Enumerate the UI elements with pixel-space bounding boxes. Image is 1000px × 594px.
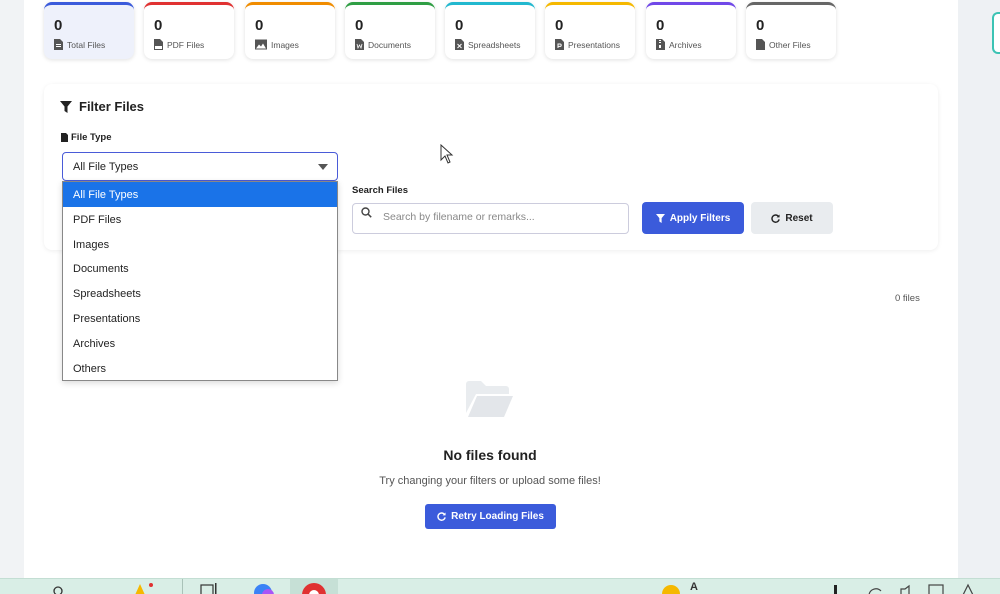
stat-count: 0 (455, 17, 464, 34)
stat-count: 0 (355, 17, 364, 34)
stat-card-other-files[interactable]: 0 Other Files (746, 2, 836, 59)
stat-card-documents[interactable]: 0 Documents (345, 2, 435, 59)
retry-loading-button[interactable]: Retry Loading Files (425, 504, 556, 529)
copilot-icon[interactable] (250, 581, 276, 594)
stat-label: Images (271, 39, 299, 50)
option-archives[interactable]: Archives (63, 331, 337, 356)
option-presentations[interactable]: Presentations (63, 306, 337, 331)
stat-card-pdf-files[interactable]: 0 PDF Files (144, 2, 234, 59)
reset-button[interactable]: Reset (751, 202, 833, 234)
file-type-dropdown-list: All File Types PDF Files Images Document… (62, 181, 338, 381)
search-icon (361, 207, 372, 218)
stat-card-presentations[interactable]: 0 Presentations (545, 2, 635, 59)
chrome-icon[interactable] (300, 581, 328, 594)
taskbar: A (0, 578, 1000, 594)
stat-count: 0 (756, 17, 765, 34)
apply-filters-button[interactable]: Apply Filters (642, 202, 744, 234)
option-images[interactable]: Images (63, 232, 337, 257)
stat-count: 0 (154, 17, 163, 34)
stat-count: 0 (255, 17, 264, 34)
stat-label: Documents (368, 39, 411, 50)
chevron-up-icon[interactable] (830, 581, 842, 594)
word-file-icon (355, 39, 364, 50)
weather-icon[interactable] (660, 581, 682, 594)
side-tab[interactable] (992, 12, 1000, 54)
filter-title: Filter Files (60, 99, 144, 114)
reset-label: Reset (785, 212, 813, 224)
file-type-label-text: File Type (71, 132, 112, 143)
file-icon (756, 39, 765, 50)
search-icon[interactable] (52, 581, 64, 594)
task-view-icon[interactable] (200, 581, 218, 594)
filter-icon (655, 213, 665, 223)
option-documents[interactable]: Documents (63, 256, 337, 281)
powerpoint-file-icon (555, 39, 564, 50)
file-icon (54, 39, 63, 50)
battery-icon[interactable] (928, 581, 946, 594)
search-label: Search Files (352, 185, 408, 196)
chevron-down-icon (318, 164, 328, 170)
stat-label: Spreadsheets (468, 39, 521, 50)
stat-card-total-files[interactable]: 0 Total Files (44, 2, 134, 59)
file-type-select[interactable]: All File Types (62, 152, 338, 181)
stat-count: 0 (555, 17, 564, 34)
file-type-label: File Type (61, 132, 111, 143)
taskbar-separator (182, 579, 183, 594)
option-all-file-types[interactable]: All File Types (63, 182, 337, 207)
stat-card-images[interactable]: 0 Images (245, 2, 335, 59)
open-folder-icon (466, 381, 513, 417)
stat-label: Archives (669, 39, 702, 50)
option-pdf-files[interactable]: PDF Files (63, 207, 337, 232)
archive-file-icon (656, 39, 665, 50)
notification-icon[interactable] (960, 581, 976, 594)
stat-card-spreadsheets[interactable]: 0 Spreadsheets (445, 2, 535, 59)
stat-label: PDF Files (167, 39, 205, 50)
excel-file-icon (455, 39, 464, 50)
stat-label: Other Files (769, 39, 811, 50)
file-icon (61, 133, 68, 142)
mouse-cursor-icon (440, 144, 454, 164)
empty-state-title: No files found (443, 447, 537, 463)
filter-title-text: Filter Files (79, 99, 145, 114)
widgets-icon[interactable] (126, 581, 154, 594)
network-icon[interactable] (868, 581, 882, 594)
right-panel-edge (958, 0, 1000, 578)
stat-card-archives[interactable]: 0 Archives (646, 2, 736, 59)
retry-loading-label: Retry Loading Files (451, 511, 544, 522)
option-others[interactable]: Others (63, 356, 337, 381)
volume-icon[interactable] (898, 581, 912, 594)
stat-count: 0 (54, 17, 63, 34)
stat-count: 0 (656, 17, 665, 34)
filter-icon (60, 100, 72, 113)
pdf-file-icon (154, 39, 163, 50)
weather-text: A (690, 581, 698, 593)
refresh-icon (437, 512, 446, 521)
search-input[interactable] (383, 211, 623, 223)
empty-state-subtitle: Try changing your filters or upload some… (379, 475, 601, 487)
apply-filters-label: Apply Filters (669, 212, 731, 224)
files-count: 0 files (895, 293, 920, 304)
refresh-icon (771, 213, 781, 223)
stat-label: Total Files (67, 39, 106, 50)
option-spreadsheets[interactable]: Spreadsheets (63, 281, 337, 306)
search-box[interactable] (352, 203, 629, 234)
image-icon (255, 39, 267, 50)
stat-label: Presentations (568, 39, 620, 50)
file-type-selected-value: All File Types (73, 161, 139, 173)
